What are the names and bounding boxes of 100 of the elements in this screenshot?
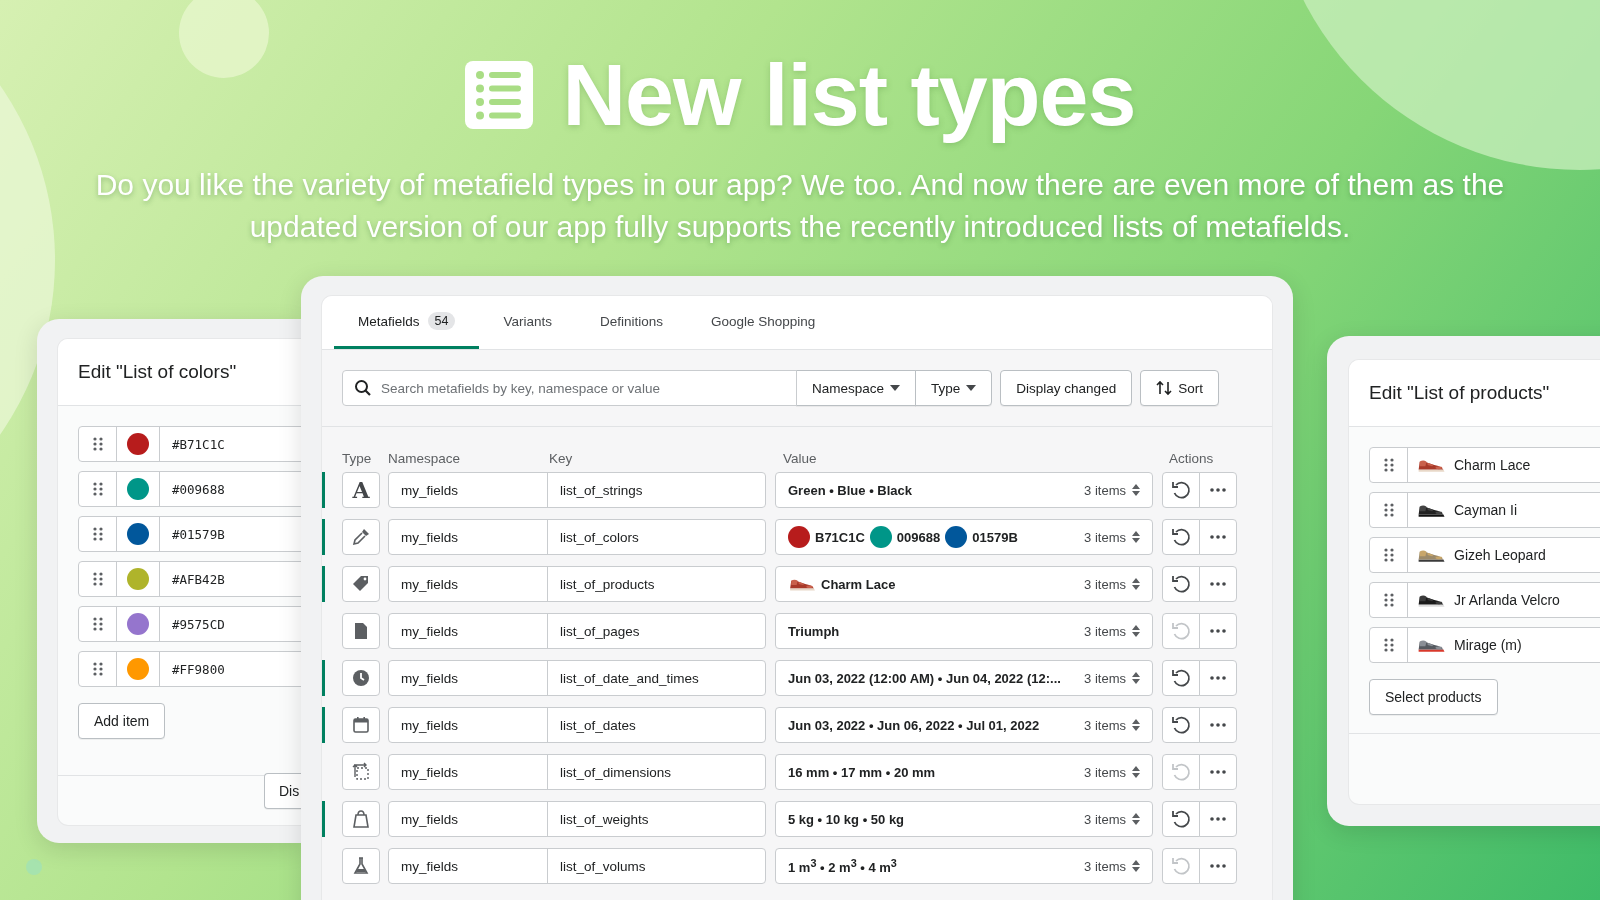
stepper-icon xyxy=(1132,860,1140,872)
more-icon xyxy=(1210,817,1226,821)
caret-icon xyxy=(890,385,901,391)
value-text: 1 m$^{3}$ • 2 m$^{3}$ • 4 m$^{3}$ xyxy=(788,856,898,876)
stepper-icon xyxy=(1132,813,1140,825)
reset-button[interactable] xyxy=(1162,472,1200,508)
drag-handle-icon[interactable] xyxy=(1383,503,1394,517)
value-field[interactable]: Triumph 3 items xyxy=(775,613,1153,649)
reset-button[interactable] xyxy=(1162,801,1200,837)
stepper-icon xyxy=(1132,578,1140,590)
tab[interactable]: Google Shopping xyxy=(687,296,840,349)
item-count: 3 items xyxy=(1084,529,1126,545)
item-count: 3 items xyxy=(1084,811,1126,827)
value-text: Green • Blue • Black xyxy=(788,482,913,498)
display-changed-button[interactable]: Display changed xyxy=(1000,370,1133,406)
search-field[interactable]: Search metafields by key, namespace or value xyxy=(342,370,797,406)
drag-handle-icon[interactable] xyxy=(1383,548,1394,562)
weight-icon xyxy=(351,809,371,829)
value-text: Triumph xyxy=(788,623,841,639)
undo-icon xyxy=(1170,808,1192,830)
tag-icon xyxy=(351,574,371,594)
column-header: Value xyxy=(783,451,818,466)
value-field[interactable]: 16 mm • 17 mm • 20 mm 3 items xyxy=(775,754,1153,790)
column-header: Type xyxy=(342,451,373,466)
stepper-icon xyxy=(1132,484,1140,496)
undo-icon xyxy=(1170,855,1192,877)
more-button[interactable] xyxy=(1199,754,1237,790)
value-field[interactable]: Charm Lace 3 items xyxy=(775,566,1153,602)
item-count: 3 items xyxy=(1084,623,1126,639)
value-text: 16 mm • 17 mm • 20 mm xyxy=(788,764,937,780)
undo-icon xyxy=(1170,573,1192,595)
tab[interactable]: Metafields 54 xyxy=(334,296,480,349)
undo-icon xyxy=(1170,620,1192,642)
value-text: Jun 03, 2022 (12:00 AM) • Jun 04, 2022 (12:... xyxy=(788,670,1062,686)
stepper-icon xyxy=(1132,719,1140,731)
undo-icon xyxy=(1170,667,1192,689)
drag-handle-icon[interactable] xyxy=(1383,458,1394,472)
add-item-button[interactable]: Add item xyxy=(78,703,166,739)
undo-icon xyxy=(1170,526,1192,548)
color-code: B71C1C xyxy=(815,529,865,545)
product-name: Jr Arlanda Velcro xyxy=(1454,592,1560,608)
value-field[interactable]: 1 m$^{3}$ • 2 m$^{3}$ • 4 m$^{3}$ 3 items xyxy=(775,848,1153,884)
undo-icon xyxy=(1170,479,1192,501)
item-count: 3 items xyxy=(1084,764,1126,780)
dimensions-icon xyxy=(351,762,371,782)
banner-subtitle: Do you like the variety of metafield types in our app? We too. And now there are even more of them as the updated version of our app fully supports the recently introduced lists of metafields. xyxy=(94,167,1506,245)
calendar-icon xyxy=(351,715,371,735)
item-count: 3 items xyxy=(1084,482,1126,498)
product-name: Charm Lace xyxy=(821,576,896,592)
reset-button[interactable] xyxy=(1162,707,1200,743)
tab[interactable]: Definitions xyxy=(575,296,687,349)
product-name: Mirage (m) xyxy=(1454,637,1522,653)
column-header: Key xyxy=(549,451,574,466)
undo-icon xyxy=(1170,761,1192,783)
sort-button[interactable]: Sort xyxy=(1140,370,1219,406)
dialog-title: Edit "List of products" xyxy=(1349,360,1600,427)
tab[interactable]: Variants xyxy=(479,296,576,349)
product-name: Charm Lace xyxy=(1454,457,1531,473)
item-count: 3 items xyxy=(1084,670,1126,686)
more-icon xyxy=(1210,629,1226,633)
reset-button[interactable] xyxy=(1162,519,1200,555)
product-name: Gizeh Leopard xyxy=(1454,547,1546,563)
dialog-title: Edit "List of colors" xyxy=(58,339,301,406)
stepper-icon xyxy=(1132,625,1140,637)
filter-dropdown[interactable]: Type xyxy=(915,370,993,406)
value-field[interactable]: Jun 03, 2022 • Jun 06, 2022 • Jul 01, 2022 3 items xyxy=(775,707,1153,743)
value-text: Jun 03, 2022 • Jun 06, 2022 • Jul 01, 2022 xyxy=(788,717,1041,733)
product-name: Cayman Ii xyxy=(1454,502,1518,518)
more-icon xyxy=(1210,770,1226,774)
column-header: Actions xyxy=(1169,451,1215,466)
drag-handle-icon[interactable] xyxy=(1383,638,1394,652)
discard-button[interactable]: Dis xyxy=(264,773,301,809)
flask-icon xyxy=(351,856,371,876)
reset-button[interactable] xyxy=(1162,566,1200,602)
stepper-icon xyxy=(1132,531,1140,543)
more-button[interactable] xyxy=(1199,613,1237,649)
background-circle xyxy=(26,859,42,875)
reset-button[interactable] xyxy=(1162,660,1200,696)
more-icon xyxy=(1210,535,1226,539)
drag-handle-icon[interactable] xyxy=(1383,593,1394,607)
column-header: Namespace xyxy=(388,451,462,466)
more-icon xyxy=(1210,723,1226,727)
type-glyph: A xyxy=(352,477,370,503)
filter-dropdown[interactable]: Namespace xyxy=(796,370,917,406)
value-field[interactable]: Green • Blue • Black 3 items xyxy=(775,472,1153,508)
sort-icon xyxy=(1156,380,1173,396)
more-button[interactable] xyxy=(1199,848,1237,884)
value-field[interactable]: Jun 03, 2022 (12:00 AM) • Jun 04, 2022 (12:... 3 items xyxy=(775,660,1153,696)
undo-icon xyxy=(1170,714,1192,736)
more-icon xyxy=(1210,488,1226,492)
value-field[interactable]: 5 kg • 10 kg • 50 kg 3 items xyxy=(775,801,1153,837)
select-products-button[interactable]: Select products xyxy=(1369,679,1498,715)
item-count: 3 items xyxy=(1084,717,1126,733)
value-field[interactable]: B71C1C 009688 01579B 3 items xyxy=(775,519,1153,555)
stepper-icon xyxy=(1132,672,1140,684)
more-icon xyxy=(1210,676,1226,680)
color-code: 01579B xyxy=(972,529,1018,545)
item-count: 3 items xyxy=(1084,576,1126,592)
stepper-icon xyxy=(1132,766,1140,778)
more-icon xyxy=(1210,582,1226,586)
